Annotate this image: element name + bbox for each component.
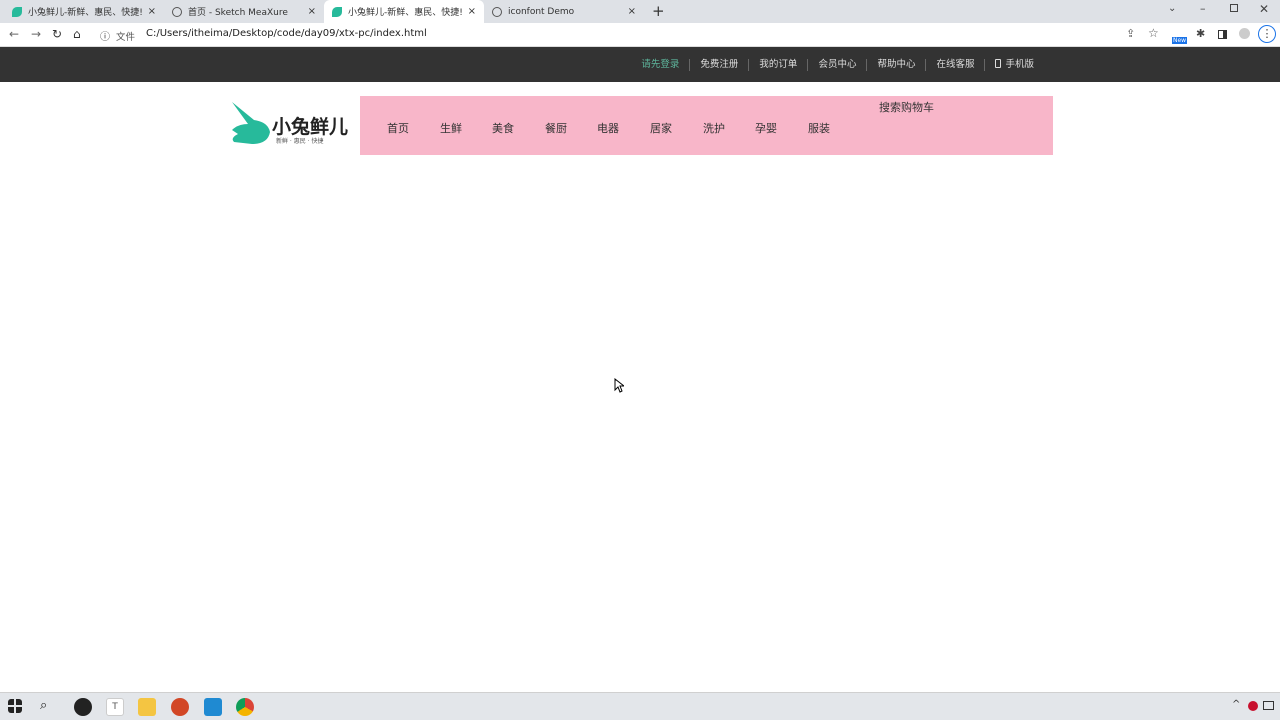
back-icon[interactable]: ← (9, 27, 19, 41)
logo-slogan: 新鲜 · 惠民 · 快捷 (276, 138, 324, 145)
help-center-link[interactable]: 帮助中心 (866, 58, 925, 71)
powerpoint-icon[interactable] (171, 698, 189, 716)
network-icon[interactable] (1263, 701, 1274, 710)
close-window-icon[interactable]: ✕ (1259, 2, 1269, 16)
forward-icon[interactable]: → (31, 27, 41, 41)
rabbit-logo-icon (232, 102, 270, 144)
nav-item-home-living[interactable]: 居家 (650, 120, 672, 136)
chrome-icon[interactable] (236, 698, 254, 716)
tray-app-icon[interactable] (1248, 701, 1258, 711)
mouse-cursor-icon (614, 378, 624, 393)
register-link[interactable]: 免费注册 (689, 58, 748, 71)
rabbit-icon (12, 6, 22, 17)
nav-item-clothing[interactable]: 服装 (808, 120, 830, 136)
logo-name: 小兔鲜儿 (272, 116, 349, 138)
nav-item-kitchen[interactable]: 餐厨 (545, 120, 567, 136)
profile-icon[interactable] (1239, 28, 1250, 39)
bookmark-star-icon[interactable]: ☆ (1148, 26, 1159, 40)
close-tab-icon[interactable]: × (628, 6, 636, 17)
address-bar: ← → ↻ ⌂ ⓘ 文件 C:/Users/itheima/Desktop/co… (0, 23, 1280, 47)
browser-tab[interactable]: 首页 - Sketch MeaXure × (164, 0, 324, 23)
side-panel-icon[interactable] (1218, 30, 1227, 39)
browser-tab-bar: 小兔鲜儿-新鲜、惠民、快捷! × 首页 - Sketch MeaXure × 小兔鲜… (0, 0, 1280, 23)
mobile-link[interactable]: 手机版 (984, 58, 1044, 71)
nav-item-appliances[interactable]: 电器 (597, 120, 619, 136)
member-center-link[interactable]: 会员中心 (807, 58, 866, 71)
app-obs-icon[interactable] (74, 698, 92, 716)
home-icon[interactable]: ⌂ (73, 27, 81, 41)
site-top-nav: 请先登录 免费注册 我的订单 会员中心 帮助中心 在线客服 手机版 (0, 47, 1280, 82)
vscode-icon[interactable] (204, 698, 222, 716)
site-logo[interactable]: 小兔鲜儿 新鲜 · 惠民 · 快捷 (228, 98, 360, 148)
restore-icon[interactable] (1230, 4, 1238, 12)
close-tab-icon[interactable]: × (148, 6, 156, 17)
login-link[interactable]: 请先登录 (631, 59, 689, 71)
globe-icon (492, 6, 502, 17)
extensions-icon[interactable]: ✱ (1196, 27, 1205, 40)
search-icon[interactable]: ⌕ (40, 698, 58, 716)
nav-item-fresh[interactable]: 生鲜 (440, 120, 462, 136)
nav-item-care[interactable]: 洗护 (703, 120, 725, 136)
browser-tab[interactable]: iconfont Demo × (484, 0, 644, 23)
browser-tab-active[interactable]: 小兔鲜儿-新鲜、惠民、快捷! × (324, 0, 484, 23)
nav-item-food[interactable]: 美食 (492, 120, 514, 136)
search-cart-text[interactable]: 搜索购物车 (879, 99, 934, 115)
new-badge[interactable]: New (1172, 37, 1188, 44)
close-tab-icon[interactable]: × (468, 6, 476, 17)
customer-service-link[interactable]: 在线客服 (925, 58, 984, 71)
reload-icon[interactable]: ↻ (52, 27, 62, 41)
nav-item-home[interactable]: 首页 (387, 120, 409, 136)
nav-item-baby[interactable]: 孕婴 (755, 120, 777, 136)
rabbit-icon (332, 6, 342, 17)
tab-search-icon[interactable]: ⌄ (1168, 3, 1176, 14)
close-tab-icon[interactable]: × (308, 6, 316, 17)
orders-link[interactable]: 我的订单 (748, 58, 807, 71)
menu-icon[interactable]: ⋮ (1258, 25, 1276, 43)
app-typora-icon[interactable]: T (106, 698, 124, 716)
file-explorer-icon[interactable] (138, 698, 156, 716)
phone-icon (995, 58, 1002, 68)
start-icon[interactable] (8, 699, 22, 713)
minimize-icon[interactable]: – (1200, 2, 1206, 15)
main-nav: 首页 生鲜 美食 餐厨 电器 居家 洗护 孕婴 服装 搜索购物车 (360, 96, 1053, 155)
browser-tab[interactable]: 小兔鲜儿-新鲜、惠民、快捷! × (4, 0, 164, 23)
share-icon[interactable]: ⇪ (1126, 27, 1135, 40)
tray-chevron-icon[interactable]: ^ (1232, 699, 1240, 710)
globe-icon (172, 6, 182, 17)
info-icon[interactable]: ⓘ (100, 28, 110, 43)
windows-taskbar: ⌕ T ^ (0, 692, 1280, 720)
url-input[interactable]: C:/Users/itheima/Desktop/code/day09/xtx-… (146, 28, 427, 39)
file-label: 文件 (116, 32, 136, 43)
new-tab-button[interactable]: + (652, 2, 665, 20)
